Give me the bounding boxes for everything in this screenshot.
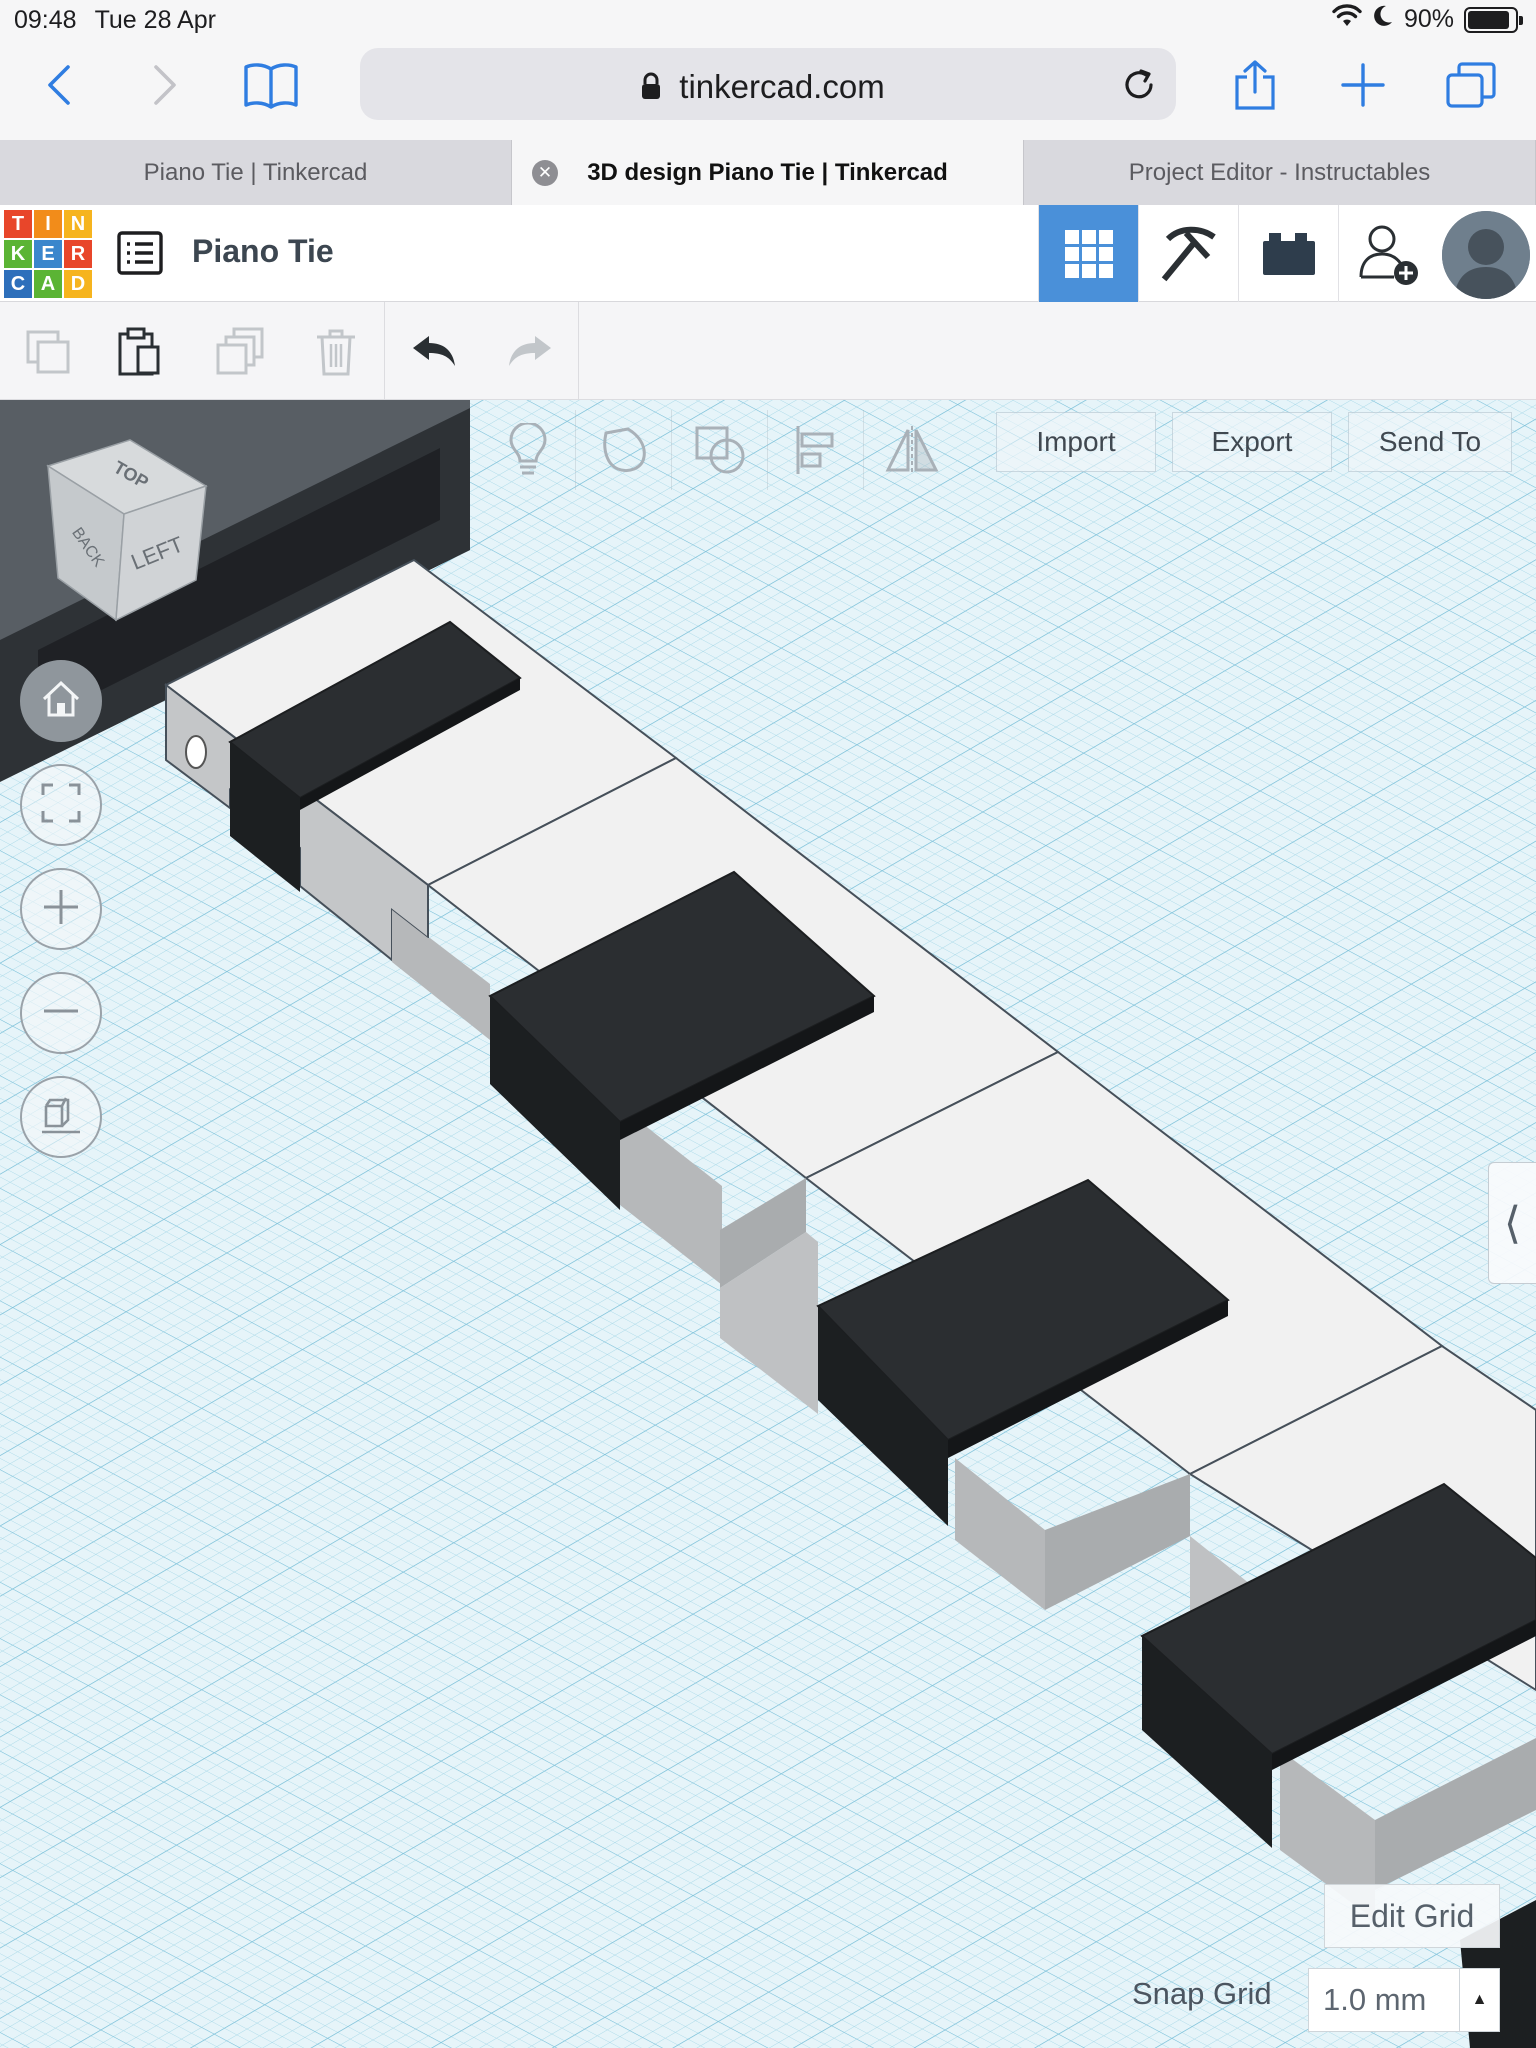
logo-letter: T xyxy=(4,210,32,238)
zoom-in-button[interactable] xyxy=(20,868,102,950)
date: Tue 28 Apr xyxy=(94,6,216,34)
design-list-icon[interactable] xyxy=(116,229,164,277)
tab-label: Piano Tie | Tinkercad xyxy=(143,158,368,186)
battery-percent: 90% xyxy=(1403,5,1454,33)
shapes-panel-toggle[interactable]: ⟨ xyxy=(1488,1162,1536,1284)
tab-bar: Piano Tie | Tinkercad ✕ 3D design Piano … xyxy=(0,140,1536,205)
trash-icon[interactable] xyxy=(306,322,366,382)
logo-letter: I xyxy=(34,210,62,238)
home-view-button[interactable] xyxy=(20,660,102,742)
close-icon[interactable]: ✕ xyxy=(532,160,558,186)
edit-toolbar xyxy=(0,302,1536,400)
send-to-button[interactable]: Send To xyxy=(1348,412,1512,472)
tab-3d-design-piano-tie[interactable]: ✕ 3D design Piano Tie | Tinkercad xyxy=(512,140,1024,205)
address-bar[interactable]: tinkercad.com xyxy=(360,48,1176,120)
shape-tools xyxy=(480,410,960,490)
share-icon[interactable] xyxy=(1220,50,1290,120)
minus-icon xyxy=(42,992,80,1035)
battery-level xyxy=(1468,10,1510,29)
tab-piano-tie[interactable]: Piano Tie | Tinkercad xyxy=(0,140,512,205)
reload-icon[interactable] xyxy=(1114,60,1164,110)
bookmarks-icon[interactable] xyxy=(236,50,306,120)
grid-view-icon[interactable] xyxy=(1038,205,1138,302)
snap-grid-select[interactable]: 1.0 mm ▲ xyxy=(1308,1968,1500,2032)
logo-letter: D xyxy=(64,270,92,298)
mirror-icon[interactable] xyxy=(864,410,960,490)
workplane[interactable]: TOP BACK LEFT Import Export Send To ⟨ Ed… xyxy=(0,400,1536,2048)
wifi-icon xyxy=(1332,4,1362,35)
align-icon[interactable] xyxy=(768,410,864,490)
logo-letter: E xyxy=(34,240,62,268)
tab-project-editor[interactable]: Project Editor - Instructables xyxy=(1024,140,1536,205)
snap-grid-label: Snap Grid xyxy=(1132,1976,1272,2011)
pickaxe-icon[interactable] xyxy=(1138,205,1238,302)
new-tab-icon[interactable] xyxy=(1328,50,1398,120)
status-bar: 09:48 Tue 28 Apr 90% xyxy=(0,0,1536,40)
duplicate-icon[interactable] xyxy=(210,322,270,382)
fit-view-button[interactable] xyxy=(20,764,102,846)
app-header: TIN KER CAD Piano Tie xyxy=(0,205,1536,302)
brick-icon[interactable] xyxy=(1238,205,1338,302)
fit-view-icon xyxy=(41,783,81,828)
perspective-button[interactable] xyxy=(20,1076,102,1158)
back-icon[interactable] xyxy=(24,50,94,120)
workplane-canvas[interactable]: TOP BACK LEFT xyxy=(0,400,1536,2048)
lightbulb-icon[interactable] xyxy=(480,410,576,490)
copy-icon[interactable] xyxy=(18,322,78,382)
logo-letter: R xyxy=(64,240,92,268)
browser-toolbar: tinkercad.com xyxy=(0,40,1536,140)
tinkercad-logo[interactable]: TIN KER CAD xyxy=(4,210,92,298)
logo-letter: N xyxy=(64,210,92,238)
tabs-icon[interactable] xyxy=(1436,50,1506,120)
export-button[interactable]: Export xyxy=(1172,412,1332,472)
moon-icon xyxy=(1372,4,1394,35)
plus-icon xyxy=(42,888,80,931)
add-user-icon[interactable] xyxy=(1338,205,1438,302)
group-icon[interactable] xyxy=(576,410,672,490)
edit-grid-button[interactable]: Edit Grid xyxy=(1324,1884,1500,1948)
logo-letter: C xyxy=(4,270,32,298)
url-text: tinkercad.com xyxy=(679,68,885,105)
tab-label: 3D design Piano Tie | Tinkercad xyxy=(587,158,948,186)
battery-icon xyxy=(1464,6,1523,33)
import-button[interactable]: Import xyxy=(996,412,1156,472)
zoom-out-button[interactable] xyxy=(20,972,102,1054)
tab-label: Project Editor - Instructables xyxy=(1128,158,1431,186)
redo-icon[interactable] xyxy=(500,322,560,382)
ungroup-icon[interactable] xyxy=(672,410,768,490)
logo-letter: A xyxy=(34,270,62,298)
logo-letter: K xyxy=(4,240,32,268)
home-icon xyxy=(40,679,82,724)
perspective-cube-icon xyxy=(40,1094,82,1141)
forward-icon[interactable] xyxy=(130,50,200,120)
clock: 09:48 xyxy=(14,6,77,34)
toolbar-divider xyxy=(578,302,579,400)
caret-up-icon: ▲ xyxy=(1459,1969,1499,2031)
design-title[interactable]: Piano Tie xyxy=(192,233,334,270)
snap-grid-value: 1.0 mm xyxy=(1323,1982,1427,2017)
toolbar-divider xyxy=(384,302,385,400)
undo-icon[interactable] xyxy=(404,322,464,382)
paste-icon[interactable] xyxy=(110,322,170,382)
avatar[interactable] xyxy=(1442,211,1530,299)
